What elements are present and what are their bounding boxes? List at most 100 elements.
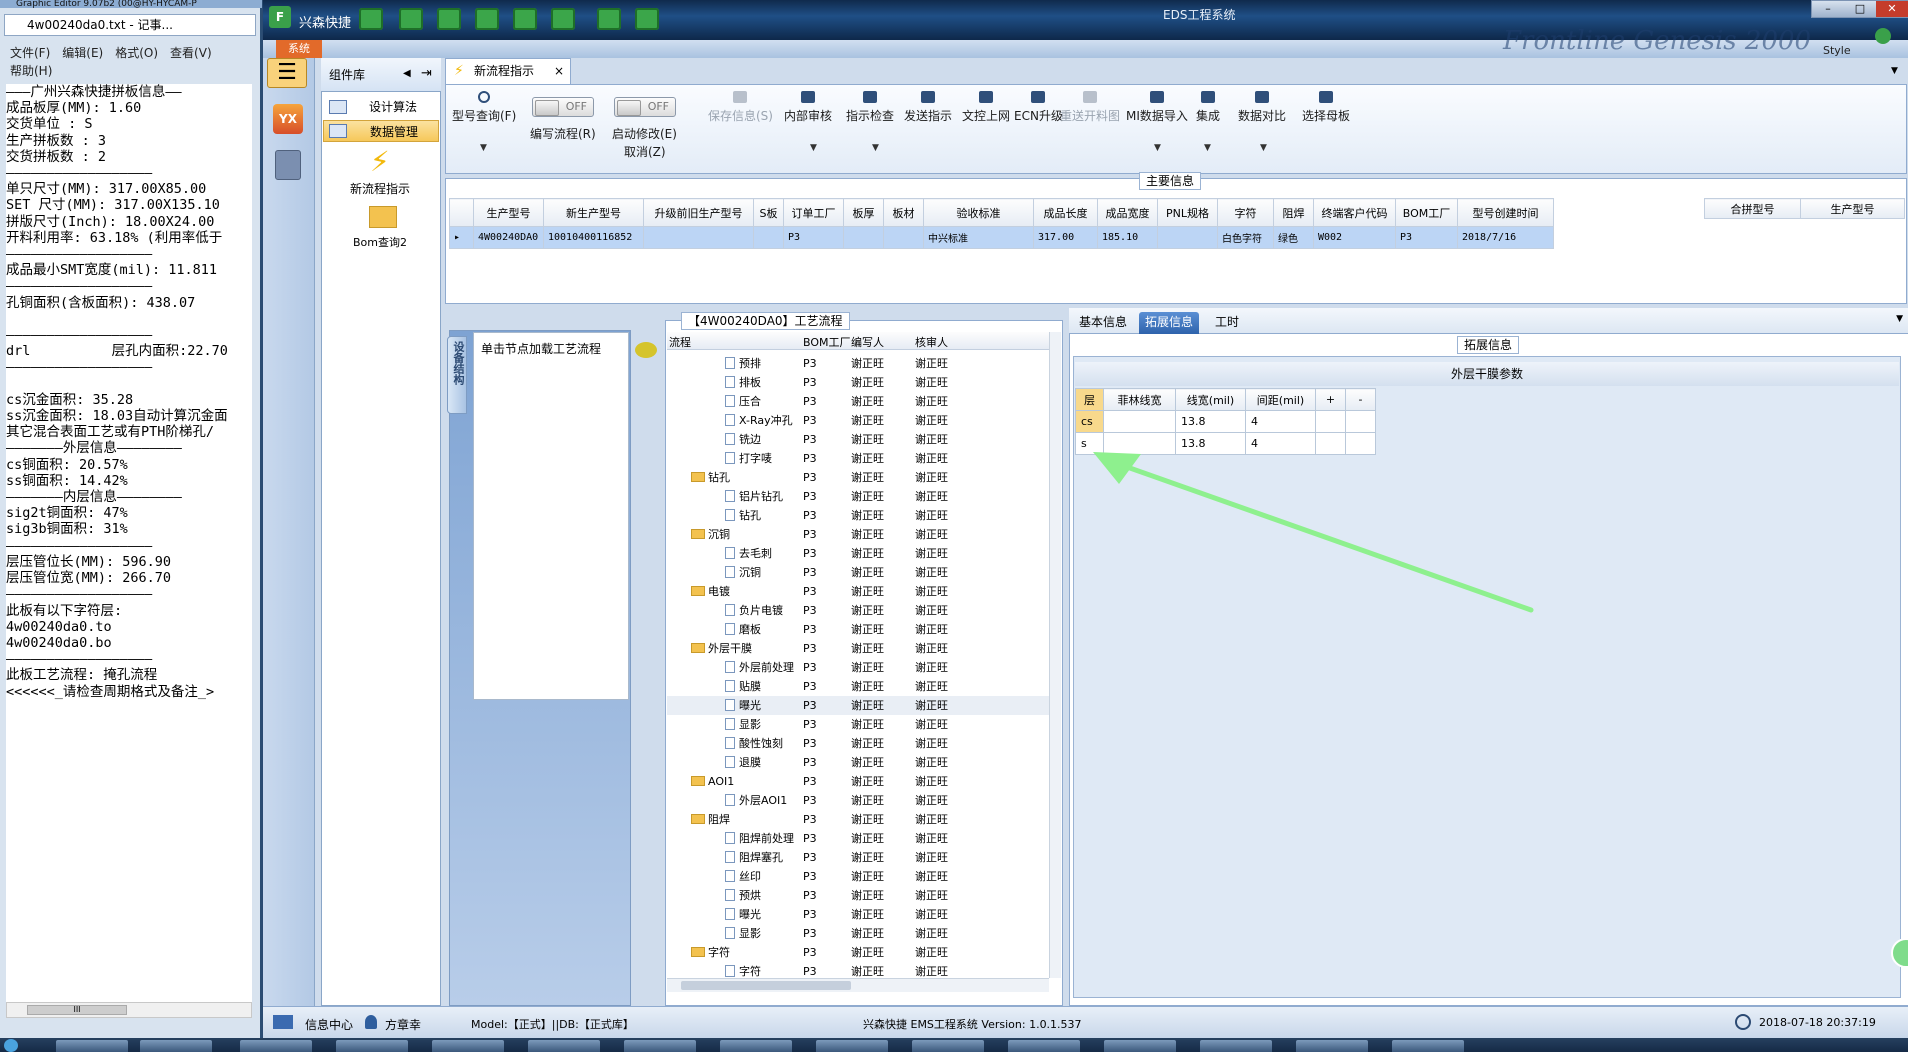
process-row[interactable]: 打字唛 P3 谢正旺 谢正旺	[667, 449, 1049, 468]
table-cell[interactable]: 10010400116852	[543, 226, 644, 249]
maximize-button[interactable]: □	[1844, 1, 1876, 17]
menu-format[interactable]: 格式(O)	[115, 44, 158, 62]
process-row[interactable]: 负片电镀 P3 谢正旺 谢正旺	[667, 601, 1049, 620]
taskbar-app[interactable]	[336, 1040, 408, 1052]
merge-col-header[interactable]: 合拼型号	[1704, 198, 1801, 219]
internal-review-button[interactable]: 内部审核	[784, 91, 832, 124]
process-row[interactable]: 预排 P3 谢正旺 谢正旺	[667, 354, 1049, 373]
cell-layer[interactable]: cs	[1075, 410, 1104, 433]
taskbar-app[interactable]	[816, 1040, 888, 1052]
process-row[interactable]: X-Ray冲孔 P3 谢正旺 谢正旺	[667, 411, 1049, 430]
col-header[interactable]: 生产型号	[473, 198, 544, 227]
device-structure-box[interactable]	[473, 332, 629, 700]
write-flow-toggle[interactable]: OFF	[532, 97, 594, 117]
process-row[interactable]: 沉铜 P3 谢正旺 谢正旺	[667, 525, 1049, 544]
taskbar-app[interactable]	[56, 1040, 128, 1052]
menu-file[interactable]: 文件(F)	[10, 44, 50, 62]
dropdown-arrow-icon[interactable]: ▼	[1204, 143, 1211, 153]
taskbar-app[interactable]	[140, 1040, 212, 1052]
integrate-button[interactable]: 集成	[1196, 91, 1220, 124]
cell-film-width[interactable]	[1103, 410, 1176, 433]
film-quick-icon[interactable]	[475, 8, 499, 30]
process-row[interactable]: AOI1 P3 谢正旺 谢正旺	[667, 772, 1049, 791]
process-row[interactable]: 贴膜 P3 谢正旺 谢正旺	[667, 677, 1049, 696]
col-header[interactable]: S板	[753, 198, 784, 227]
process-row[interactable]: 退膜 P3 谢正旺 谢正旺	[667, 753, 1049, 772]
model-query-button[interactable]: 型号查询(F)	[452, 91, 516, 124]
col-header-flow[interactable]: 流程	[669, 334, 691, 350]
select-mother-board-button[interactable]: 选择母板	[1302, 91, 1350, 124]
dropdown-arrow-icon[interactable]: ▼	[1154, 143, 1161, 153]
dropdown-arrow-icon[interactable]: ▼	[810, 143, 817, 153]
system-tab[interactable]: 系统	[276, 40, 322, 58]
save-info-button[interactable]: 保存信息(S)	[708, 91, 773, 124]
tab-basic-info[interactable]: 基本信息	[1073, 312, 1133, 334]
dropdown-arrow-icon[interactable]: ▼	[480, 143, 487, 153]
table-cell[interactable]	[753, 226, 784, 249]
mi-data-import-button[interactable]: MI数据导入	[1126, 91, 1188, 124]
auto-modify-toggle[interactable]: OFF	[614, 97, 676, 117]
bom-query2-item[interactable]: Bom查询2	[325, 234, 435, 250]
col-header-writer[interactable]: 编写人	[851, 334, 884, 350]
process-row[interactable]: 外层干膜 P3 谢正旺 谢正旺	[667, 639, 1049, 658]
scroll-thumb[interactable]: III	[27, 1005, 127, 1015]
taskbar-app[interactable]	[1392, 1040, 1464, 1052]
ecn-upgrade-button[interactable]: ECN升级	[1014, 91, 1063, 124]
table-cell[interactable]: 白色字符	[1217, 226, 1274, 249]
col-header[interactable]: 终端客户代码	[1313, 198, 1396, 227]
close-button[interactable]: ✕	[1876, 1, 1908, 17]
tab-close-icon[interactable]: ×	[554, 59, 564, 83]
process-horizontal-scrollbar[interactable]	[667, 978, 1049, 992]
process-row[interactable]: 压合 P3 谢正旺 谢正旺	[667, 392, 1049, 411]
process-row[interactable]: 钻孔 P3 谢正旺 谢正旺	[667, 506, 1049, 525]
taskbar-app[interactable]	[720, 1040, 792, 1052]
process-row[interactable]: 曝光 P3 谢正旺 谢正旺	[667, 905, 1049, 924]
taskbar-app[interactable]	[912, 1040, 984, 1052]
scissors-quick-icon[interactable]	[437, 8, 461, 30]
table-cell[interactable]: 317.00	[1033, 226, 1098, 249]
user-quick-icon[interactable]	[597, 8, 621, 30]
col-header[interactable]: 板材	[883, 198, 924, 227]
send-instruction-button[interactable]: 发送指示	[904, 91, 952, 124]
taskbar-app[interactable]	[624, 1040, 696, 1052]
col-header[interactable]: 字符	[1217, 198, 1274, 227]
process-row[interactable]: 酸性蚀刻 P3 谢正旺 谢正旺	[667, 734, 1049, 753]
taskbar-app[interactable]	[432, 1040, 504, 1052]
process-row[interactable]: 外层前处理 P3 谢正旺 谢正旺	[667, 658, 1049, 677]
col-header-spacing[interactable]: 间距(mil)	[1245, 388, 1316, 411]
data-compare-button[interactable]: 数据对比	[1238, 91, 1286, 124]
merge-col-header[interactable]: 生产型号	[1800, 198, 1905, 219]
col-header[interactable]: 成品长度	[1033, 198, 1098, 227]
cancel-button[interactable]: 取消(Z)	[624, 143, 666, 160]
folder-icon[interactable]	[369, 206, 397, 228]
process-row[interactable]: 阻焊 P3 谢正旺 谢正旺	[667, 810, 1049, 829]
grid-quick-icon[interactable]	[551, 8, 575, 30]
table-cell[interactable]	[1157, 226, 1218, 249]
col-header-layer[interactable]: 层	[1075, 388, 1104, 411]
dropdown-arrow-icon[interactable]: ▼	[872, 143, 879, 153]
notepad-tab-title[interactable]: 4w00240da0.txt - 记事...	[4, 14, 256, 36]
process-row[interactable]: 磨板 P3 谢正旺 谢正旺	[667, 620, 1049, 639]
col-header[interactable]: 新生产型号	[543, 198, 644, 227]
table-cell[interactable]: 4W00240DA0	[473, 226, 544, 249]
calc-quick-icon[interactable]	[399, 8, 423, 30]
col-header[interactable]: 型号创建时间	[1457, 198, 1554, 227]
row-selector[interactable]: ▸	[449, 226, 474, 249]
start-button-icon[interactable]	[4, 1039, 18, 1052]
notepad-text-area[interactable]: ———广州兴森快捷拼板信息—— 成品板厚(MM): 1.60 交货单位 : S …	[6, 84, 252, 1002]
taskbar-app[interactable]	[240, 1040, 312, 1052]
menu-edit[interactable]: 编辑(E)	[62, 44, 103, 62]
col-header[interactable]: BOM工厂	[1395, 198, 1458, 227]
process-row[interactable]: 字符 P3 谢正旺 谢正旺	[667, 943, 1049, 962]
process-row[interactable]: 阻焊前处理 P3 谢正旺 谢正旺	[667, 829, 1049, 848]
calculator-icon[interactable]	[275, 150, 301, 180]
col-header-bom-factory[interactable]: BOM工厂	[803, 334, 851, 350]
table-cell[interactable]: P3	[1395, 226, 1458, 249]
pin-icon[interactable]: ⇥	[421, 66, 432, 81]
process-row[interactable]: 字符 P3 谢正旺 谢正旺	[667, 962, 1049, 978]
col-header[interactable]: PNL规格	[1157, 198, 1218, 227]
table-cell[interactable]: P3	[783, 226, 844, 249]
col-header[interactable]: 升级前旧生产型号	[643, 198, 754, 227]
search-quick-icon[interactable]	[359, 8, 383, 30]
chart-quick-icon[interactable]	[635, 8, 659, 30]
